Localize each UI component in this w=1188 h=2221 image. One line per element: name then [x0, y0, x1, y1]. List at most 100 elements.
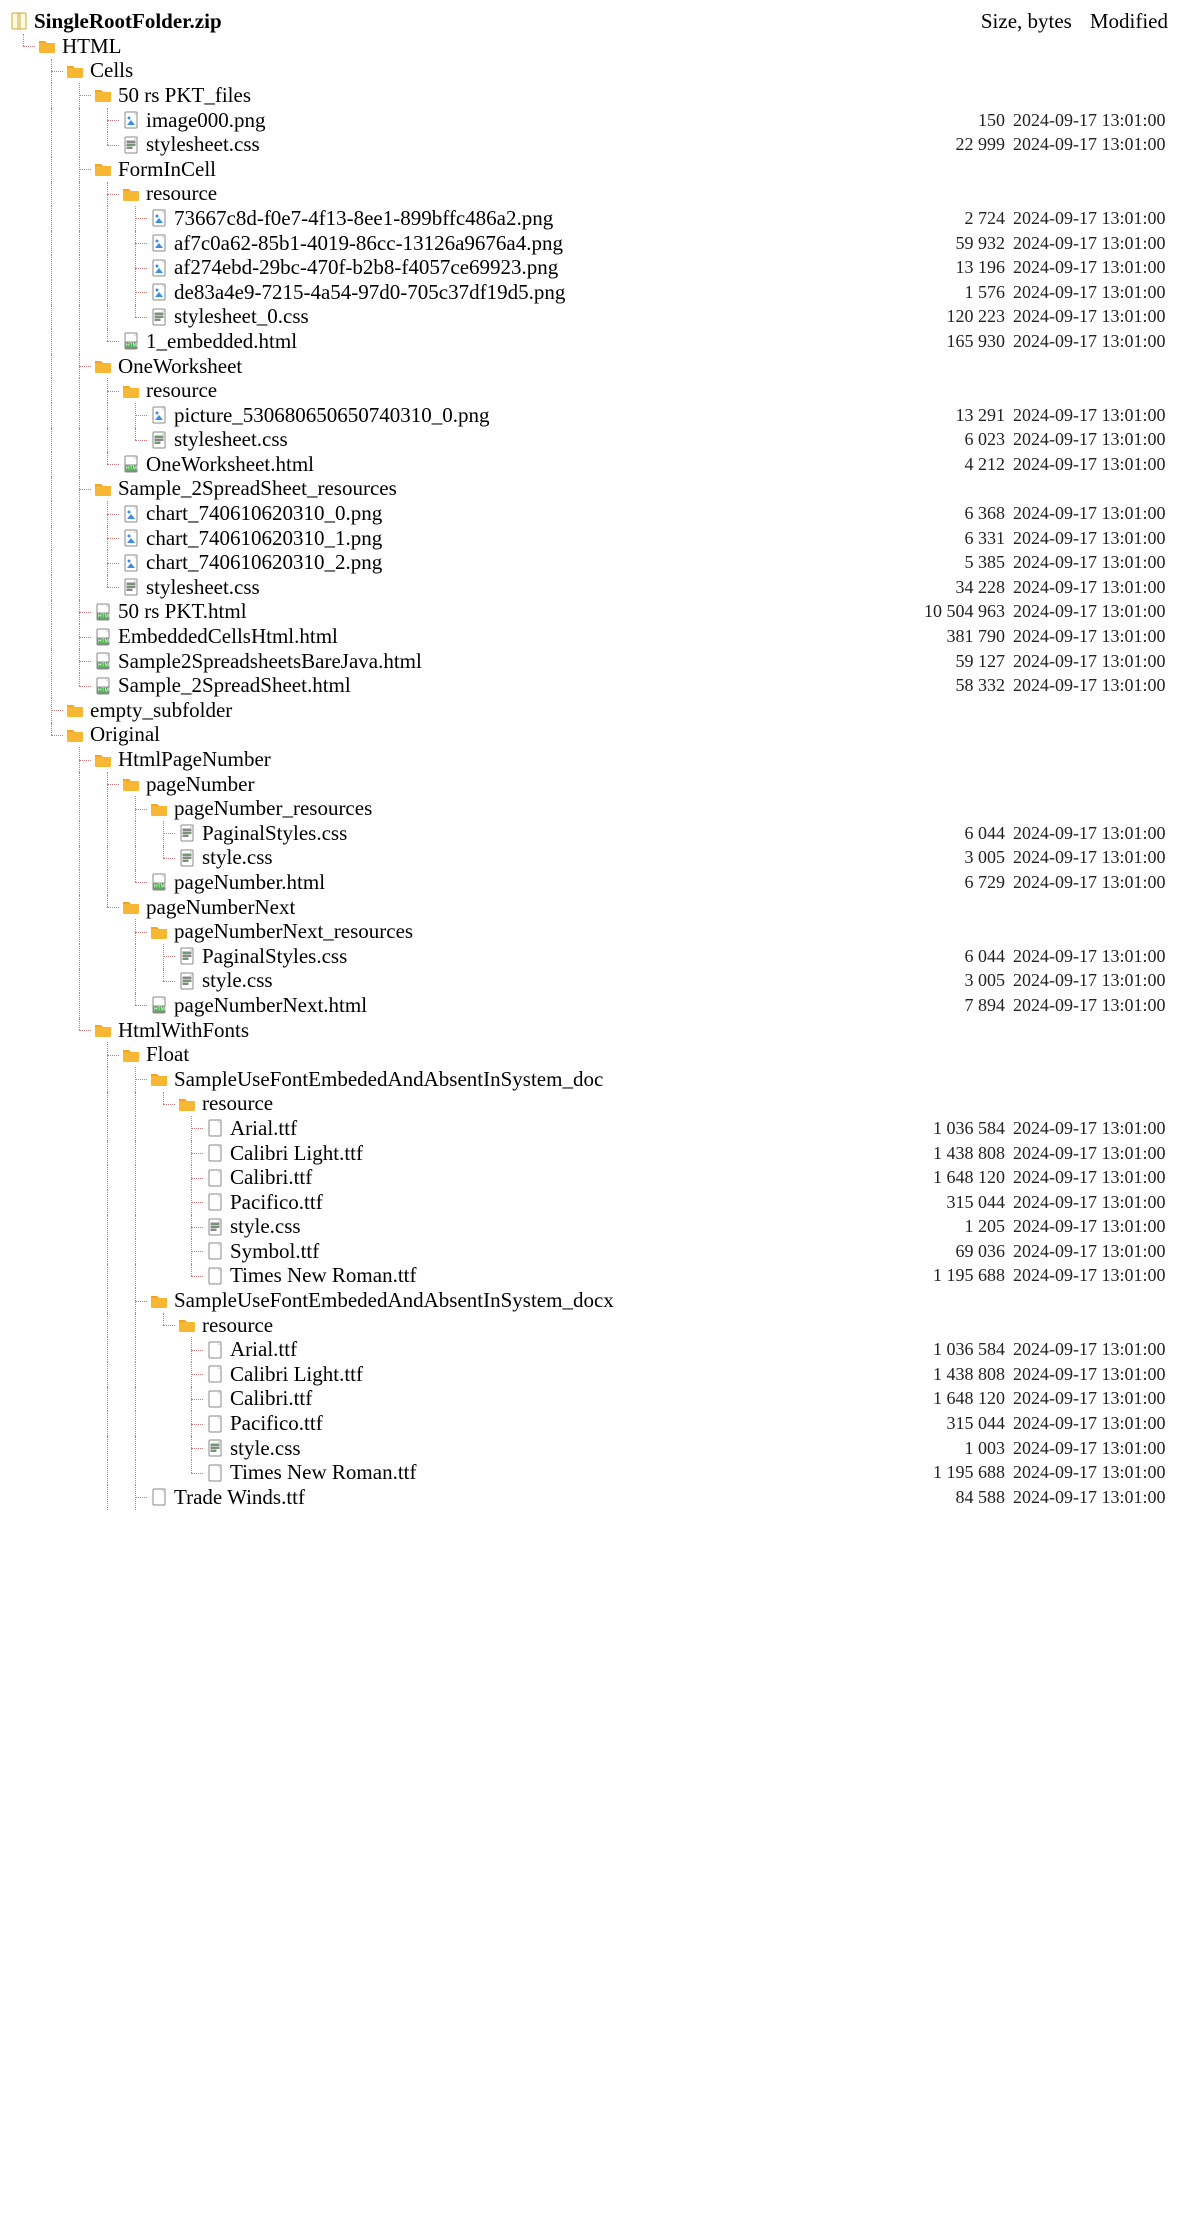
tree-file[interactable]: HTML1_embedded.html165 9302024-09-17 13:…	[10, 329, 1178, 354]
node-size: 6 331	[905, 528, 1013, 549]
tree-file[interactable]: Calibri Light.ttf1 438 8082024-09-17 13:…	[10, 1362, 1178, 1387]
tree-folder[interactable]: FormInCell	[10, 157, 1178, 182]
node-name: 1_embedded.html	[146, 329, 905, 354]
node-name: stylesheet_0.css	[174, 304, 905, 329]
tree-folder[interactable]: Cells	[10, 59, 1178, 84]
node-name: image000.png	[146, 108, 905, 133]
tree-file[interactable]: Pacifico.ttf315 0442024-09-17 13:01:00	[10, 1411, 1178, 1436]
tree-file[interactable]: PaginalStyles.css6 0442024-09-17 13:01:0…	[10, 944, 1178, 969]
node-name: Calibri.ttf	[230, 1165, 905, 1190]
node-size: 1 195 688	[905, 1265, 1013, 1286]
tree-file[interactable]: HTMLEmbeddedCellsHtml.html381 7902024-09…	[10, 624, 1178, 649]
tree-folder[interactable]: HTML	[10, 34, 1178, 59]
tree-folder[interactable]: resource	[10, 1092, 1178, 1117]
tree-file[interactable]: stylesheet.css34 2282024-09-17 13:01:00	[10, 575, 1178, 600]
svg-text:HTML: HTML	[126, 343, 140, 349]
tree-file[interactable]: Symbol.ttf69 0362024-09-17 13:01:00	[10, 1239, 1178, 1264]
tree-file[interactable]: af274ebd-29bc-470f-b2b8-f4057ce69923.png…	[10, 255, 1178, 280]
tree-file[interactable]: Arial.ttf1 036 5842024-09-17 13:01:00	[10, 1116, 1178, 1141]
folder-icon	[178, 1095, 196, 1113]
node-name: 50 rs PKT_files	[118, 83, 905, 108]
tree-file[interactable]: PaginalStyles.css6 0442024-09-17 13:01:0…	[10, 821, 1178, 846]
tree-file[interactable]: Arial.ttf1 036 5842024-09-17 13:01:00	[10, 1337, 1178, 1362]
tree-file[interactable]: HTMLOneWorksheet.html4 2122024-09-17 13:…	[10, 452, 1178, 477]
css-file-icon	[178, 947, 196, 965]
node-name: af274ebd-29bc-470f-b2b8-f4057ce69923.png	[174, 255, 905, 280]
tree-file[interactable]: stylesheet.css6 0232024-09-17 13:01:00	[10, 428, 1178, 453]
tree-folder[interactable]: SampleUseFontEmbededAndAbsentInSystem_do…	[10, 1288, 1178, 1313]
folder-icon	[122, 898, 140, 916]
tree-file[interactable]: HTMLpageNumberNext.html7 8942024-09-17 1…	[10, 993, 1178, 1018]
node-size: 22 999	[905, 134, 1013, 155]
node-size: 59 127	[905, 651, 1013, 672]
tree-file[interactable]: af7c0a62-85b1-4019-86cc-13126a9676a4.png…	[10, 231, 1178, 256]
tree-folder[interactable]: resource	[10, 1313, 1178, 1338]
tree-file[interactable]: picture_530680650650740310_0.png13 29120…	[10, 403, 1178, 428]
tree-folder[interactable]: pageNumber_resources	[10, 796, 1178, 821]
node-modified: 2024-09-17 13:01:00	[1013, 872, 1178, 893]
tree-file[interactable]: Calibri Light.ttf1 438 8082024-09-17 13:…	[10, 1141, 1178, 1166]
tree-folder[interactable]: pageNumberNext	[10, 895, 1178, 920]
tree-folder[interactable]: empty_subfolder	[10, 698, 1178, 723]
folder-icon	[38, 37, 56, 55]
node-name: chart_740610620310_2.png	[146, 550, 905, 575]
node-size: 6 044	[905, 823, 1013, 844]
tree-folder[interactable]: HtmlPageNumber	[10, 747, 1178, 772]
tree-folder[interactable]: OneWorksheet	[10, 354, 1178, 379]
node-modified: 2024-09-17 13:01:00	[1013, 257, 1178, 278]
tree-file[interactable]: Calibri.ttf1 648 1202024-09-17 13:01:00	[10, 1165, 1178, 1190]
tree-file[interactable]: chart_740610620310_1.png6 3312024-09-17 …	[10, 526, 1178, 551]
node-name: pageNumberNext	[146, 895, 905, 920]
tree-file[interactable]: image000.png1502024-09-17 13:01:00	[10, 108, 1178, 133]
image-file-icon	[150, 259, 168, 277]
node-modified: 2024-09-17 13:01:00	[1013, 1438, 1178, 1459]
tree-folder[interactable]: Sample_2SpreadSheet_resources	[10, 477, 1178, 502]
node-modified: 2024-09-17 13:01:00	[1013, 1487, 1178, 1508]
tree-file[interactable]: style.css1 2052024-09-17 13:01:00	[10, 1215, 1178, 1240]
tree-file[interactable]: Times New Roman.ttf1 195 6882024-09-17 1…	[10, 1264, 1178, 1289]
tree-file[interactable]: chart_740610620310_0.png6 3682024-09-17 …	[10, 501, 1178, 526]
tree-file[interactable]: chart_740610620310_2.png5 3852024-09-17 …	[10, 550, 1178, 575]
tree-folder[interactable]: Original	[10, 723, 1178, 748]
tree-folder[interactable]: resource	[10, 378, 1178, 403]
tree-file[interactable]: stylesheet.css22 9992024-09-17 13:01:00	[10, 132, 1178, 157]
node-modified: 2024-09-17 13:01:00	[1013, 1462, 1178, 1483]
node-name: SampleUseFontEmbededAndAbsentInSystem_do…	[174, 1067, 905, 1092]
node-modified: 2024-09-17 13:01:00	[1013, 1192, 1178, 1213]
tree-folder[interactable]: HtmlWithFonts	[10, 1018, 1178, 1043]
tree-file[interactable]: HTMLSample2SpreadsheetsBareJava.html59 1…	[10, 649, 1178, 674]
node-size: 315 044	[905, 1192, 1013, 1213]
tree-folder[interactable]: pageNumber	[10, 772, 1178, 797]
tree-folder[interactable]: 50 rs PKT_files	[10, 83, 1178, 108]
tree-file[interactable]: HTMLpageNumber.html6 7292024-09-17 13:01…	[10, 870, 1178, 895]
node-size: 1 648 120	[905, 1167, 1013, 1188]
tree-file[interactable]: Trade Winds.ttf84 5882024-09-17 13:01:00	[10, 1485, 1178, 1510]
tree-file[interactable]: Calibri.ttf1 648 1202024-09-17 13:01:00	[10, 1387, 1178, 1412]
node-name: OneWorksheet	[118, 354, 905, 379]
image-file-icon	[150, 209, 168, 227]
node-name: Sample_2SpreadSheet_resources	[118, 476, 905, 501]
tree-file[interactable]: style.css3 0052024-09-17 13:01:00	[10, 969, 1178, 994]
tree-folder[interactable]: Float	[10, 1042, 1178, 1067]
tree-file[interactable]: style.css1 0032024-09-17 13:01:00	[10, 1436, 1178, 1461]
tree-file[interactable]: HTML50 rs PKT.html10 504 9632024-09-17 1…	[10, 600, 1178, 625]
node-size: 84 588	[905, 1487, 1013, 1508]
tree-file[interactable]: de83a4e9-7215-4a54-97d0-705c37df19d5.png…	[10, 280, 1178, 305]
tree-file[interactable]: stylesheet_0.css120 2232024-09-17 13:01:…	[10, 305, 1178, 330]
tree-folder[interactable]: pageNumberNext_resources	[10, 919, 1178, 944]
svg-text:HTML: HTML	[98, 663, 112, 669]
tree-file[interactable]: 73667c8d-f0e7-4f13-8ee1-899bffc486a2.png…	[10, 206, 1178, 231]
tree-file[interactable]: style.css3 0052024-09-17 13:01:00	[10, 846, 1178, 871]
root-archive-name[interactable]: SingleRootFolder.zip	[34, 9, 981, 34]
tree-file[interactable]: HTMLSample_2SpreadSheet.html58 3322024-0…	[10, 673, 1178, 698]
tree-file[interactable]: Pacifico.ttf315 0442024-09-17 13:01:00	[10, 1190, 1178, 1215]
tree-folder[interactable]: SampleUseFontEmbededAndAbsentInSystem_do…	[10, 1067, 1178, 1092]
node-name: pageNumber.html	[174, 870, 905, 895]
css-file-icon	[150, 308, 168, 326]
node-size: 58 332	[905, 675, 1013, 696]
css-file-icon	[206, 1439, 224, 1457]
node-name: OneWorksheet.html	[146, 452, 905, 477]
svg-text:HTML: HTML	[98, 638, 112, 644]
tree-file[interactable]: Times New Roman.ttf1 195 6882024-09-17 1…	[10, 1460, 1178, 1485]
tree-folder[interactable]: resource	[10, 182, 1178, 207]
